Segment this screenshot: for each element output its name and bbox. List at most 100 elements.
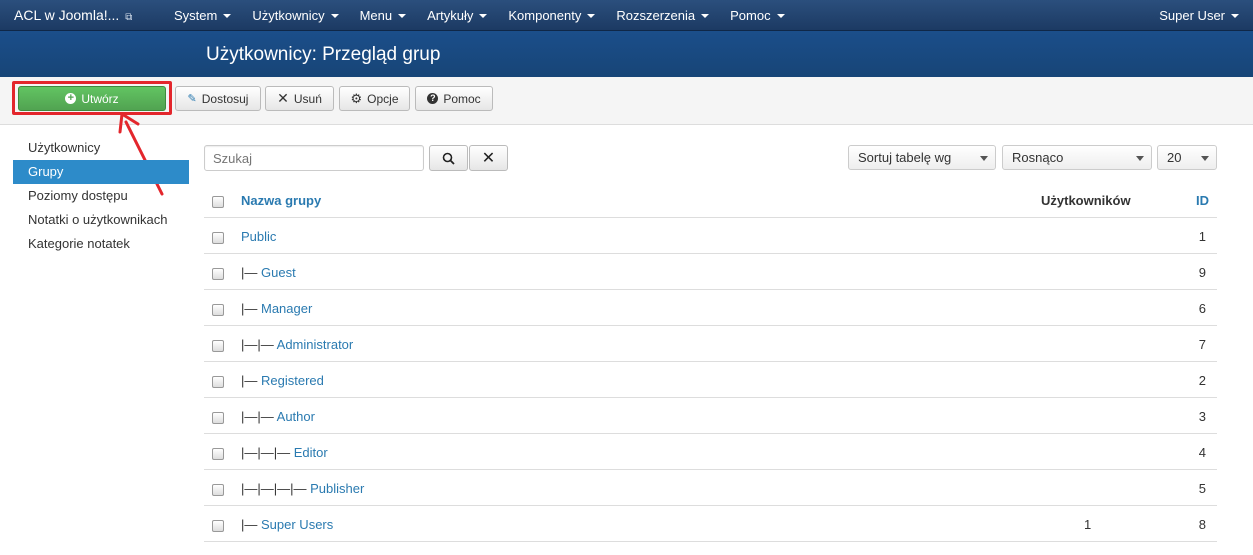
delete-button[interactable]: ✕ Usuń: [265, 86, 334, 111]
edit-icon: ✎: [187, 93, 197, 105]
menu-label: Artykuły: [427, 8, 474, 23]
menu-help[interactable]: Pomoc: [719, 0, 794, 31]
tree-prefix: |—|—|—: [241, 445, 294, 460]
group-id: 6: [1198, 301, 1206, 316]
chevron-down-icon: [1136, 156, 1144, 161]
group-id: 2: [1198, 373, 1206, 388]
limit-select[interactable]: 20: [1157, 145, 1217, 170]
main-menu: System Użytkownicy Menu Artykuły Kompone…: [163, 0, 795, 31]
search-button[interactable]: [429, 145, 468, 171]
caret-down-icon: [479, 14, 488, 18]
customize-button[interactable]: ✎ Dostosuj: [175, 86, 261, 111]
users-count: 1: [1084, 517, 1092, 532]
top-navbar: ACL w Joomla!... ⧉ System Użytkownicy Men…: [0, 0, 1253, 31]
direction-select[interactable]: Rosnąco: [1002, 145, 1152, 170]
menu-users[interactable]: Użytkownicy: [241, 0, 348, 31]
caret-down-icon: [1231, 14, 1239, 18]
group-name-link[interactable]: Public: [241, 229, 276, 244]
search-input[interactable]: [204, 145, 424, 171]
group-name-cell: |—|— Administrator: [241, 337, 353, 352]
menu-system[interactable]: System: [163, 0, 241, 31]
options-button-label: Opcje: [367, 91, 399, 106]
options-button[interactable]: ⚙ Opcje: [339, 86, 410, 111]
search-icon: [442, 152, 455, 165]
help-button-label: Pomoc: [443, 91, 481, 106]
user-name: Super User: [1159, 8, 1225, 23]
group-name-link[interactable]: Publisher: [310, 481, 364, 496]
group-id: 5: [1198, 481, 1206, 496]
table-body: Public 1 |— Guest 9 |— Manager 6 |—|— Administ…: [204, 218, 1217, 542]
table-row: Public 1: [204, 218, 1217, 254]
help-button[interactable]: ? Pomoc: [415, 86, 493, 111]
close-icon: ✕: [277, 90, 289, 106]
groups-table: Nazwa grupy Użytkowników ID Public 1 |— Gu…: [204, 182, 1217, 542]
group-name-link[interactable]: Manager: [261, 301, 312, 316]
row-checkbox[interactable]: [212, 268, 224, 280]
sidebar-item-access-levels[interactable]: Poziomy dostępu: [13, 184, 189, 208]
group-id: 4: [1198, 445, 1206, 460]
menu-articles[interactable]: Artykuły: [416, 0, 497, 31]
menu-label: Rozszerzenia: [616, 8, 696, 23]
column-header-id[interactable]: ID: [1196, 193, 1209, 208]
group-id: 8: [1198, 517, 1206, 532]
limit-select-value: 20: [1167, 150, 1182, 165]
site-brand-link[interactable]: ACL w Joomla!... ⧉: [14, 7, 132, 23]
group-name-cell: |—|—|—|— Publisher: [241, 481, 364, 496]
group-name-link[interactable]: Editor: [294, 445, 328, 460]
sidebar-item-groups[interactable]: Grupy: [13, 160, 189, 184]
close-icon: ✕: [481, 150, 496, 167]
select-all-checkbox[interactable]: [212, 196, 224, 208]
row-checkbox[interactable]: [212, 304, 224, 316]
tree-prefix: |—|—: [241, 409, 277, 424]
row-checkbox[interactable]: [212, 340, 224, 352]
column-header-name[interactable]: Nazwa grupy: [241, 193, 321, 208]
group-id: 7: [1198, 337, 1206, 352]
sort-select-value: Sortuj tabelę wg: [858, 150, 952, 165]
menu-label: Użytkownicy: [252, 8, 325, 23]
sidebar-item-users[interactable]: Użytkownicy: [13, 136, 189, 160]
table-row: |— Guest 9: [204, 254, 1217, 290]
tree-prefix: |—|—|—|—: [241, 481, 311, 496]
tree-prefix: |—: [241, 265, 261, 280]
menu-label: System: [174, 8, 218, 23]
table-header-row: Nazwa grupy Użytkowników ID: [204, 182, 1217, 218]
group-name-cell: |— Guest: [241, 265, 296, 280]
sidebar: Użytkownicy Grupy Poziomy dostępu Notatk…: [13, 136, 189, 256]
sort-select[interactable]: Sortuj tabelę wg: [848, 145, 996, 170]
caret-down-icon: [330, 14, 339, 18]
external-link-icon: ⧉: [125, 12, 133, 23]
menu-components[interactable]: Komponenty: [497, 0, 605, 31]
row-checkbox[interactable]: [212, 520, 224, 532]
table-row: |— Super Users 1 8: [204, 506, 1217, 542]
tree-prefix: |—: [241, 517, 261, 532]
row-checkbox[interactable]: [212, 484, 224, 496]
group-name-link[interactable]: Administrator: [277, 337, 354, 352]
row-checkbox[interactable]: [212, 412, 224, 424]
chevron-down-icon: [980, 156, 988, 161]
row-checkbox[interactable]: [212, 376, 224, 388]
direction-select-value: Rosnąco: [1012, 150, 1064, 165]
tree-prefix: |—: [241, 373, 261, 388]
clear-search-button[interactable]: ✕: [469, 145, 508, 171]
sidebar-item-user-notes[interactable]: Notatki o użytkownikach: [13, 208, 189, 232]
menu-menus[interactable]: Menu: [349, 0, 417, 31]
group-name-cell: |—|— Author: [241, 409, 315, 424]
sidebar-item-note-categories[interactable]: Kategorie notatek: [13, 232, 189, 256]
user-menu[interactable]: Super User: [1159, 8, 1239, 23]
caret-down-icon: [398, 14, 407, 18]
menu-extensions[interactable]: Rozszerzenia: [605, 0, 719, 31]
table-row: |—|— Author 3: [204, 398, 1217, 434]
group-name-link[interactable]: Registered: [261, 373, 324, 388]
group-name-link[interactable]: Super Users: [261, 517, 333, 532]
row-checkbox[interactable]: [212, 232, 224, 244]
group-id: 3: [1198, 409, 1206, 424]
caret-down-icon: [701, 14, 710, 18]
group-name-link[interactable]: Guest: [261, 265, 296, 280]
row-checkbox[interactable]: [212, 448, 224, 460]
chevron-down-icon: [1201, 156, 1209, 161]
group-name-link[interactable]: Author: [277, 409, 315, 424]
caret-down-icon: [223, 14, 232, 18]
toolbar: + Utwórz ✎ Dostosuj ✕ Usuń ⚙ Opcje ? Pomoc: [0, 77, 1253, 125]
table-row: |— Manager 6: [204, 290, 1217, 326]
group-name-cell: Public: [241, 229, 276, 244]
